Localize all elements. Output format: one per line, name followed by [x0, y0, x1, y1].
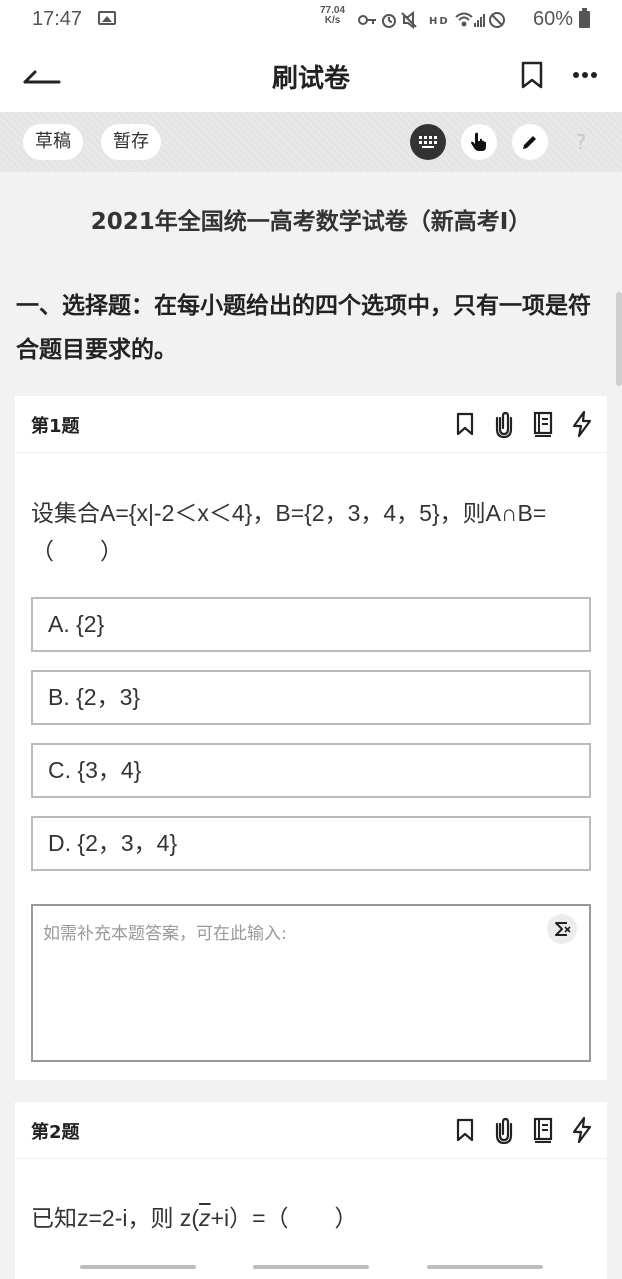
- nav-bar-indicator: [80, 1265, 196, 1269]
- notebook-icon[interactable]: [530, 1116, 556, 1144]
- status-icons: HD: [356, 9, 506, 36]
- question-text: 已知z=2-i，则 z(z+i）=（ ）: [31, 1199, 591, 1237]
- bookmark-icon[interactable]: [520, 60, 544, 90]
- pencil-icon: [523, 136, 536, 149]
- sigma-icon: [555, 922, 571, 936]
- more-options-icon[interactable]: [572, 70, 598, 80]
- nav-bar-indicator: [427, 1265, 543, 1269]
- option-b[interactable]: B. {2，3}: [31, 670, 591, 725]
- answer-placeholder: 如需补充本题答案，可在此输入:: [43, 924, 287, 944]
- keyboard-button[interactable]: [410, 124, 446, 160]
- nav-bar-indicator: [253, 1265, 369, 1269]
- keyboard-icon: [419, 136, 437, 148]
- lightning-icon[interactable]: [569, 1116, 595, 1144]
- question-text: 设集合A={x|-2＜x＜4}，B={2，3，4，5}，则A∩B=（ ）: [31, 500, 547, 564]
- question-number: 第1题: [31, 416, 80, 437]
- lightning-icon[interactable]: [569, 410, 595, 438]
- question-text-before: 已知z=2-i，则 z(: [31, 1205, 200, 1231]
- app-header: 刷试卷: [0, 40, 622, 112]
- exam-toolbar: 草稿 暂存 ?: [0, 112, 622, 172]
- gallery-notification-icon: [98, 11, 116, 25]
- network-speed-unit: K/s: [324, 15, 341, 26]
- question-header: 第2题: [15, 1102, 607, 1159]
- status-bar: 17:47 77.04 K/s HD 60%: [0, 0, 622, 40]
- save-draft-button[interactable]: 暂存: [101, 124, 161, 160]
- status-time: 17:47: [32, 8, 83, 30]
- section-heading: 一、选择题：在每小题给出的四个选项中，只有一项是符合题目要求的。: [16, 293, 591, 363]
- scrollbar-thumb[interactable]: [616, 292, 622, 386]
- svg-text:HD: HD: [429, 16, 450, 27]
- attachment-icon[interactable]: [491, 1116, 517, 1144]
- battery-percent: 60%: [533, 8, 574, 30]
- network-speed: 77.04 K/s: [320, 6, 345, 26]
- touch-mode-button[interactable]: [461, 124, 497, 160]
- bookmark-icon[interactable]: [452, 410, 478, 438]
- question-header: 第1题: [15, 396, 607, 453]
- question-card-1: 第1题 设集合A={x|-2＜x＜4}，B={2，3，4，5}，则A∩B=（ ）…: [15, 396, 607, 1080]
- question-number: 第2题: [31, 1122, 80, 1143]
- conjugate-z: z: [199, 1205, 211, 1231]
- draft-button[interactable]: 草稿: [23, 124, 83, 160]
- question-text-after: +i）=（ ）: [210, 1205, 358, 1231]
- notebook-icon[interactable]: [530, 410, 556, 438]
- status-indicator-icons: HD: [358, 10, 505, 30]
- option-c[interactable]: C. {3，4}: [31, 743, 591, 798]
- answer-input[interactable]: 如需补充本题答案，可在此输入:: [31, 904, 591, 1062]
- help-button[interactable]: ?: [563, 124, 599, 160]
- help-icon: ?: [575, 130, 587, 154]
- exam-title: 2021年全国统一高考数学试卷（新高考I）: [90, 209, 532, 235]
- option-d[interactable]: D. {2，3，4}: [31, 816, 591, 871]
- battery-icon: [579, 8, 590, 28]
- pen-button[interactable]: [512, 124, 548, 160]
- hand-pointer-icon: [471, 132, 486, 151]
- question-card-2: 第2题 已知z=2-i，则 z(z+i）=（ ）: [15, 1102, 607, 1279]
- bookmark-icon[interactable]: [452, 1116, 478, 1144]
- attachment-icon[interactable]: [491, 410, 517, 438]
- option-a[interactable]: A. {2}: [31, 597, 591, 652]
- formula-button[interactable]: [547, 914, 577, 944]
